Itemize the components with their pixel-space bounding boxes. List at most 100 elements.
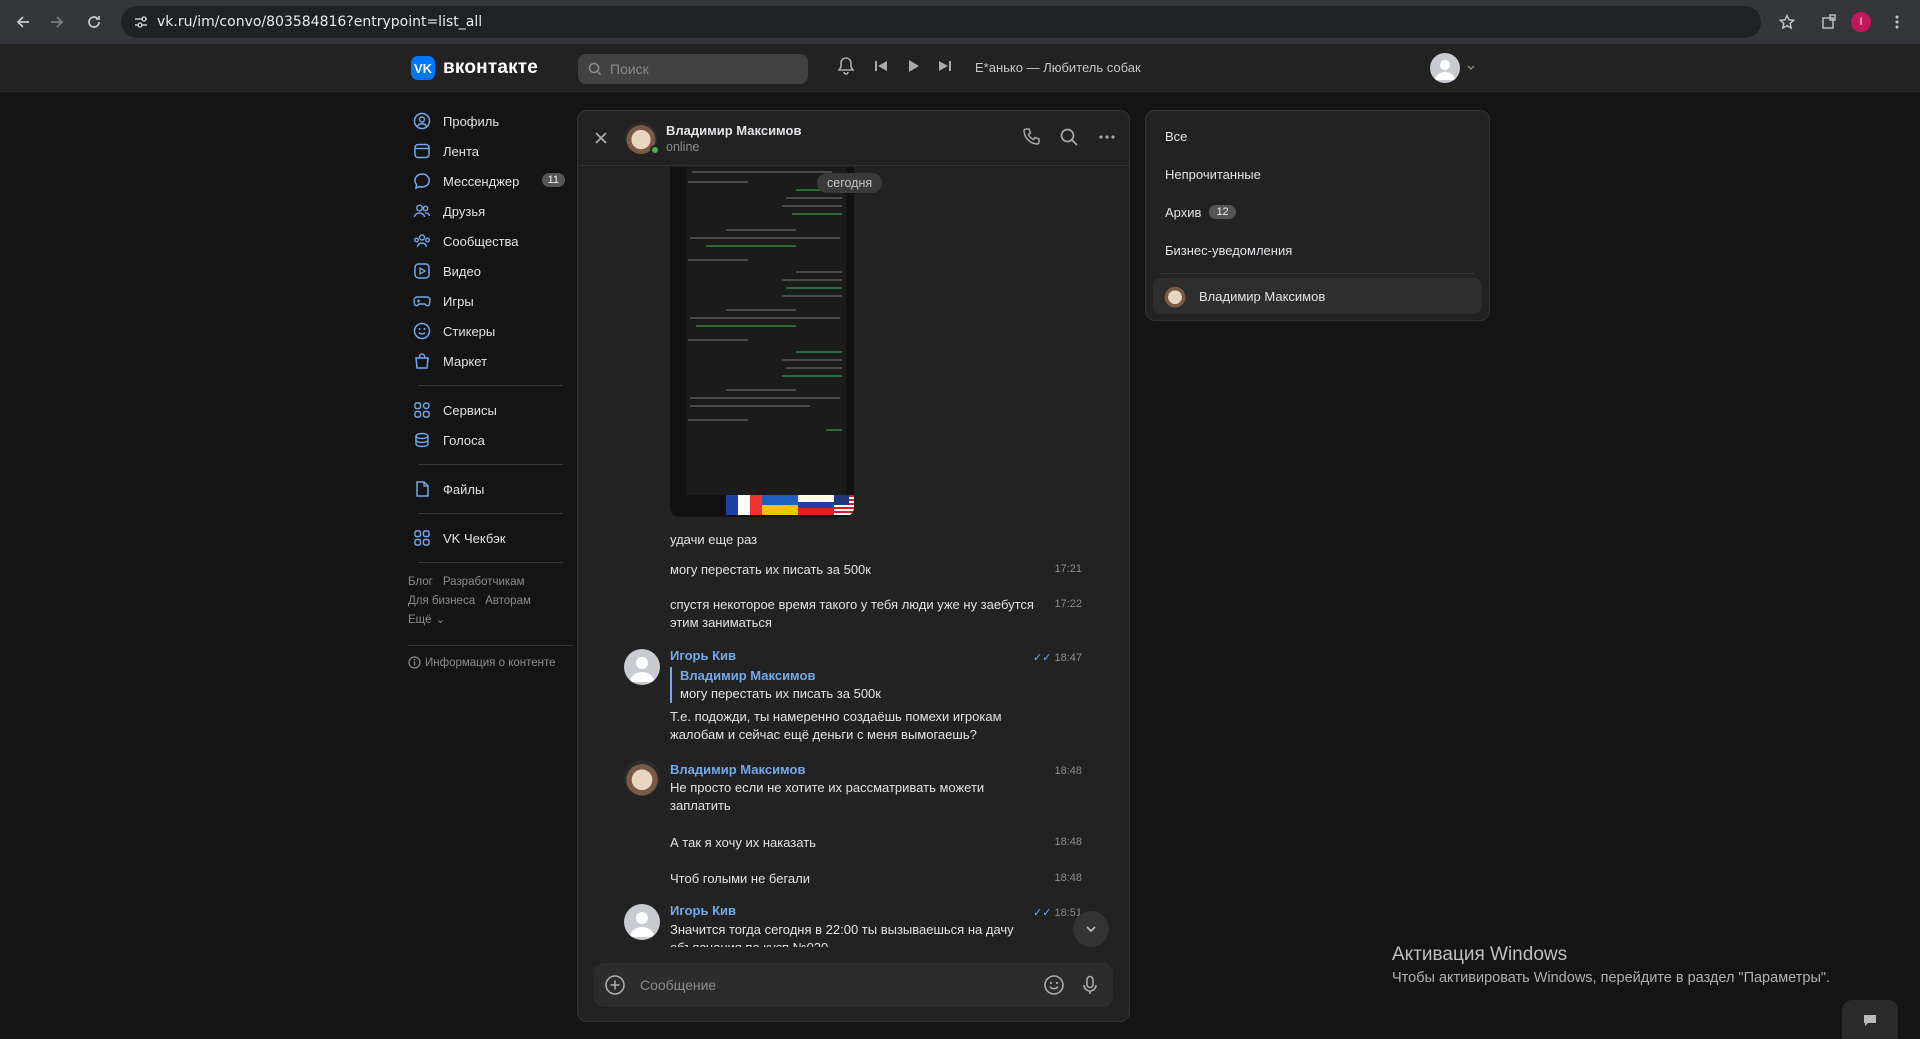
windows-activation-title: Активация Windows xyxy=(1392,944,1568,965)
sidebar-item-messenger[interactable]: Мессенджер 11 xyxy=(408,166,573,196)
reload-icon[interactable] xyxy=(77,5,111,39)
attached-image[interactable] xyxy=(670,167,854,517)
more-icon[interactable] xyxy=(1097,127,1117,147)
filter-archive[interactable]: Архив 12 xyxy=(1146,193,1489,231)
message-time: 17:21 xyxy=(1054,563,1082,575)
sidebar-item-label: Видео xyxy=(443,263,481,279)
message-composer xyxy=(594,963,1113,1007)
shopping-bag-icon xyxy=(413,352,431,370)
footer-link-authors[interactable]: Авторам xyxy=(485,595,531,607)
search-placeholder: Поиск xyxy=(610,61,649,77)
footer-link-developers[interactable]: Разработчикам xyxy=(443,576,525,588)
sidebar-item-communities[interactable]: Сообщества xyxy=(408,226,573,256)
microphone-icon[interactable] xyxy=(1079,974,1101,996)
play-icon[interactable] xyxy=(906,59,920,73)
sidebar-item-checkback[interactable]: VK Чекбэк xyxy=(408,523,573,553)
address-bar[interactable]: vk.ru/im/convo/803584816?entrypoint=list… xyxy=(121,6,1761,38)
chevron-down-icon: ⌄ xyxy=(435,614,446,626)
vk-logo[interactable]: VK вконтакте xyxy=(411,56,538,80)
filter-unread[interactable]: Непрочитанные xyxy=(1146,155,1489,193)
reply-author: Владимир Максимов xyxy=(680,668,816,683)
filter-label: Непрочитанные xyxy=(1165,166,1261,182)
chat-status: online xyxy=(666,140,700,154)
avatar[interactable] xyxy=(624,649,660,685)
sidebar-item-market[interactable]: Маркет xyxy=(408,346,573,376)
filter-label: Все xyxy=(1165,128,1188,144)
attach-plus-icon[interactable] xyxy=(604,974,626,996)
flag-russia-icon xyxy=(798,495,834,515)
browser-menu-icon[interactable] xyxy=(1880,5,1914,39)
footer-link-blog[interactable]: Блог xyxy=(408,576,433,588)
info-icon xyxy=(408,656,421,669)
browser-profile-avatar[interactable]: I xyxy=(1851,12,1871,32)
search-icon xyxy=(588,62,602,76)
footer-more-label: Ещё xyxy=(408,614,432,626)
message-author[interactable]: Владимир Максимов xyxy=(670,762,805,777)
message-time: 18:48 xyxy=(1054,765,1082,777)
apps-grid-icon xyxy=(413,529,431,547)
sidebar-item-label: Лента xyxy=(443,143,479,159)
sidebar-item-video[interactable]: Видео xyxy=(408,256,573,286)
chat-header: Владимир Максимов online xyxy=(578,111,1129,166)
filter-business[interactable]: Бизнес-уведомления xyxy=(1146,231,1489,269)
content-info-link[interactable]: Информация о контенте xyxy=(408,645,573,669)
read-check-icon: ✓✓ xyxy=(1033,907,1052,919)
sidebar-item-games[interactable]: Игры xyxy=(408,286,573,316)
back-icon[interactable] xyxy=(6,5,40,39)
sidebar-item-label: Друзья xyxy=(443,203,486,219)
sidebar-item-votes[interactable]: Голоса xyxy=(408,425,573,455)
chevron-down-icon xyxy=(1467,65,1475,70)
sidebar-item-label: Стикеры xyxy=(443,323,496,339)
sidebar-item-profile[interactable]: Профиль xyxy=(408,106,573,136)
floating-chat-button[interactable] xyxy=(1842,1000,1898,1039)
footer-link-business[interactable]: Для бизнеса xyxy=(408,595,475,607)
message-time: 18:48 xyxy=(1054,872,1082,884)
sidebar-item-label: Маркет xyxy=(443,353,488,369)
message-author[interactable]: Игорь Кив xyxy=(670,648,736,663)
scroll-down-button[interactable] xyxy=(1073,911,1109,947)
reply-quote[interactable]: Владимир Максимов могу перестать их писа… xyxy=(670,667,881,703)
emoji-icon[interactable] xyxy=(1043,974,1065,996)
message-author[interactable]: Игорь Кив xyxy=(670,903,736,918)
search-input[interactable]: Поиск xyxy=(578,54,808,84)
forward-icon[interactable] xyxy=(40,5,74,39)
vk-header: VK вконтакте Поиск Е*анько — Любитель со… xyxy=(0,44,1920,92)
avatar[interactable] xyxy=(624,760,660,796)
user-menu[interactable] xyxy=(1430,53,1476,83)
profile-icon xyxy=(413,112,431,130)
message-list[interactable]: сегодня удачи еще раз могу перестать их … xyxy=(578,167,1129,947)
bookmark-star-icon[interactable] xyxy=(1770,5,1804,39)
sidebar-item-friends[interactable]: Друзья xyxy=(408,196,573,226)
chat-title[interactable]: Владимир Максимов xyxy=(666,123,801,138)
filter-contact-item[interactable]: Владимир Максимов xyxy=(1153,278,1482,314)
sidebar-item-files[interactable]: Файлы xyxy=(408,474,573,504)
windows-activation-subtitle: Чтобы активировать Windows, перейдите в … xyxy=(1392,970,1831,986)
communities-icon xyxy=(413,232,431,250)
message-input[interactable] xyxy=(640,974,1040,996)
phone-icon[interactable] xyxy=(1021,127,1041,147)
previous-track-icon[interactable] xyxy=(874,59,888,73)
services-grid-icon xyxy=(413,401,431,419)
search-icon[interactable] xyxy=(1059,127,1079,147)
document-image-content xyxy=(686,167,846,495)
site-settings-icon[interactable] xyxy=(133,14,149,30)
flags-strip xyxy=(726,495,854,515)
filter-all[interactable]: Все xyxy=(1146,117,1489,155)
next-track-icon[interactable] xyxy=(938,59,952,73)
divider xyxy=(418,513,563,514)
notifications-bell-icon[interactable] xyxy=(836,56,856,76)
avatar xyxy=(1163,284,1187,308)
now-playing-track[interactable]: Е*анько — Любитель собак xyxy=(975,60,1141,75)
footer-more-button[interactable]: Ещё ⌄ xyxy=(408,611,573,630)
sidebar-item-label: VK Чекбэк xyxy=(443,530,506,546)
sidebar-item-label: Сообщества xyxy=(443,233,519,249)
sidebar-item-stickers[interactable]: Стикеры xyxy=(408,316,573,346)
close-icon[interactable] xyxy=(590,127,612,149)
extensions-icon[interactable] xyxy=(1812,5,1846,39)
message-text: А так я хочу их наказать xyxy=(670,835,816,850)
sidebar-item-services[interactable]: Сервисы xyxy=(408,395,573,425)
avatar[interactable] xyxy=(624,904,660,940)
message-time-read: ✓✓ 18:47 xyxy=(1033,651,1082,664)
sidebar-item-feed[interactable]: Лента xyxy=(408,136,573,166)
message-text: спустя некоторое время такого у тебя люд… xyxy=(670,597,1034,630)
